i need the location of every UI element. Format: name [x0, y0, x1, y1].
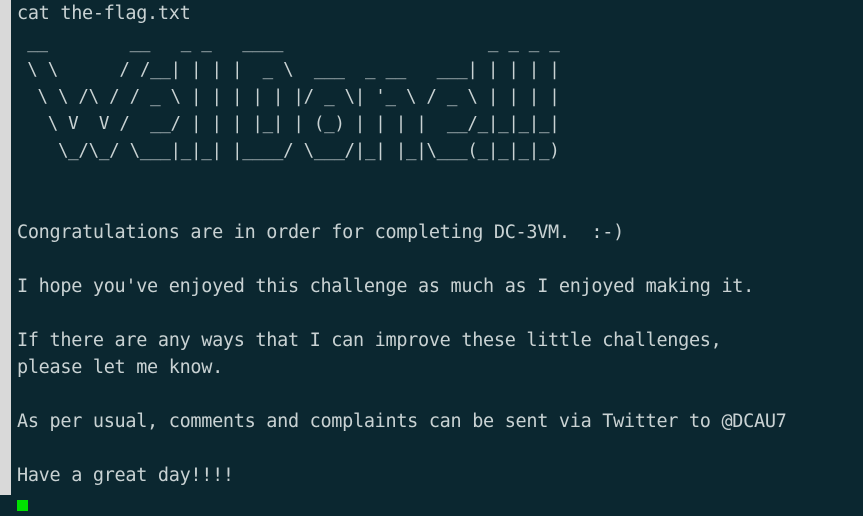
ascii-art-banner: __ __ _ _ ____ _ _ _ _ \ \ / /__| | | | …	[17, 30, 863, 165]
command-line: cat the-flag.txt	[17, 3, 191, 24]
ascii-art-line: __ __ _ _ ____ _ _ _ _	[17, 33, 570, 53]
output-line-hope: I hope you've enjoyed this challenge as …	[17, 276, 754, 297]
output-line-great-day: Have a great day!!!!	[17, 465, 234, 486]
output-line-congratulations: Congratulations are in order for complet…	[17, 222, 624, 243]
window-edge-strip	[0, 0, 11, 495]
ascii-art-line: \ \ / /__| | | | _ \ ___ _ __ ___| | | |…	[17, 60, 560, 80]
cursor-block	[17, 500, 28, 511]
ascii-art-line: \_/\_/ \___|_|_| |____/ \___/|_| |_|\___…	[17, 141, 560, 161]
ascii-art-line: \ \ /\ / / _ \ | | | | | |/ _ \| '_ \ / …	[17, 87, 560, 107]
output-line-twitter: As per usual, comments and complaints ca…	[17, 411, 787, 432]
prompt-line[interactable]	[17, 489, 863, 516]
ascii-art-line: \ V V / __/ | | | |_| | (_) | | | | __/_…	[17, 114, 560, 134]
output-line-let-me-know: please let me know.	[17, 357, 223, 378]
terminal-window[interactable]: cat the-flag.txt __ __ _ _ ____ _ _ _ _ …	[11, 0, 863, 511]
output-line-improve: If there are any ways that I can improve…	[17, 330, 722, 351]
